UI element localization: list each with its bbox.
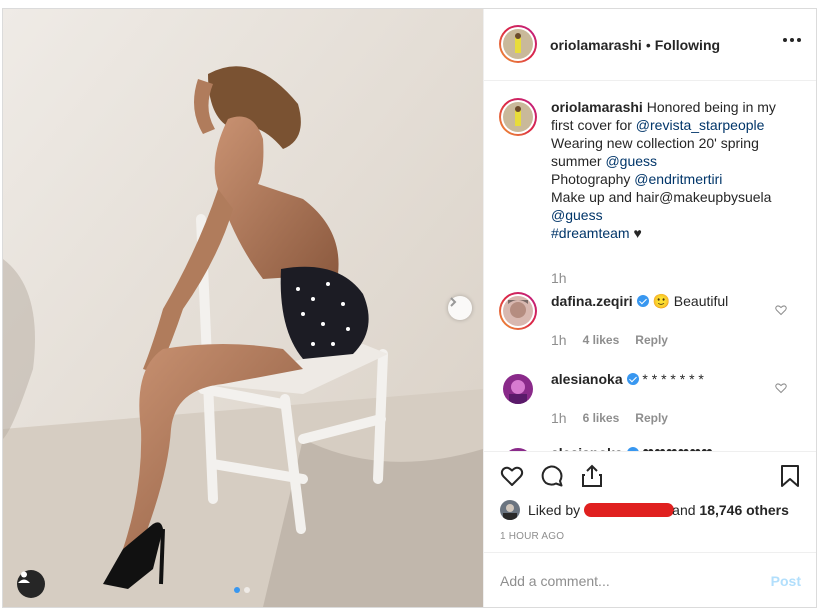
avatar-image bbox=[503, 296, 533, 326]
comment-likes[interactable]: 6 likes bbox=[583, 411, 620, 425]
reply-button[interactable]: Reply bbox=[635, 333, 668, 347]
caption-text: oriolamarashi Honored being in my first … bbox=[551, 98, 791, 242]
caption-text-3: Photography bbox=[551, 171, 631, 187]
liked-by: Liked by and 18,746 others bbox=[500, 500, 789, 520]
comment-text: alesianoka * * * * * * * bbox=[551, 370, 791, 388]
header-separator: • bbox=[645, 37, 651, 53]
post-side-panel: oriolamarashi • Following oriolamarashi Ho… bbox=[483, 9, 816, 607]
comment-like-heart-icon[interactable] bbox=[775, 382, 787, 394]
caption-text-4: Make up and hair@makeupbysuela bbox=[551, 189, 772, 205]
post-photo[interactable] bbox=[3, 9, 483, 607]
carousel-dot bbox=[244, 587, 250, 593]
verified-icon bbox=[636, 295, 649, 307]
action-icons bbox=[500, 464, 604, 488]
comment-avatar[interactable] bbox=[499, 292, 537, 330]
comment-body: * * * * * * * bbox=[642, 371, 704, 387]
post-timestamp[interactable]: 1 HOUR AGO bbox=[500, 531, 564, 542]
comment-item: alesianoka ❤❤❤❤❤❤ bbox=[499, 444, 809, 451]
comment-meta: 1h 6 likes Reply bbox=[551, 410, 668, 426]
comment-avatar[interactable] bbox=[499, 444, 537, 451]
caption: oriolamarashi Honored being in my first … bbox=[499, 98, 809, 288]
share-icon[interactable] bbox=[580, 464, 604, 488]
comment-item: dafina.zeqiri 🙂 Beautiful 1h 4 likes Rep… bbox=[499, 292, 809, 362]
liker-avatar[interactable] bbox=[500, 500, 520, 520]
header-user-info: oriolamarashi • Following bbox=[550, 37, 720, 53]
comment-username[interactable]: dafina.zeqiri bbox=[551, 293, 633, 309]
mention-link[interactable]: @guess bbox=[605, 153, 657, 169]
bookmark-icon[interactable] bbox=[779, 464, 801, 488]
liked-by-prefix: Liked by bbox=[528, 502, 581, 518]
comment-text: alesianoka ❤❤❤❤❤❤ bbox=[551, 444, 791, 451]
comment-text: dafina.zeqiri 🙂 Beautiful bbox=[551, 292, 791, 310]
verified-icon bbox=[626, 373, 639, 385]
comment-icon[interactable] bbox=[540, 464, 564, 488]
avatar-image bbox=[503, 374, 533, 404]
post-header: oriolamarashi • Following bbox=[484, 9, 816, 81]
caption-time: 1h bbox=[551, 270, 567, 286]
tagged-users-button[interactable] bbox=[17, 570, 45, 598]
likes-count[interactable]: 18,746 others bbox=[699, 502, 789, 518]
next-photo-button[interactable] bbox=[448, 296, 472, 320]
comments-list[interactable]: oriolamarashi Honored being in my first … bbox=[484, 81, 816, 451]
comment-time: 1h bbox=[551, 332, 567, 348]
heart-icon[interactable] bbox=[500, 464, 524, 488]
liked-by-suffix: and bbox=[672, 502, 696, 518]
photo-illustration bbox=[3, 9, 483, 607]
avatar-image bbox=[500, 500, 520, 520]
following-button[interactable]: Following bbox=[655, 37, 720, 53]
post-comment-button[interactable]: Post bbox=[771, 573, 801, 589]
more-icon[interactable] bbox=[783, 38, 801, 42]
comment-meta: 1h 4 likes Reply bbox=[551, 332, 668, 348]
hashtag-link[interactable]: #dreamteam bbox=[551, 225, 630, 241]
mention-link[interactable]: @revista_starpeople bbox=[636, 117, 765, 133]
comment-time: 1h bbox=[551, 410, 567, 426]
carousel-dots bbox=[234, 587, 250, 593]
header-username[interactable]: oriolamarashi bbox=[550, 37, 642, 53]
caption-avatar[interactable] bbox=[499, 98, 537, 136]
add-comment-input[interactable]: Add a comment... bbox=[500, 573, 610, 589]
mention-link[interactable]: @endritmertiri bbox=[634, 171, 722, 187]
comment-username[interactable]: alesianoka bbox=[551, 371, 623, 387]
comment-body: 🙂 Beautiful bbox=[652, 293, 729, 309]
comment-avatar[interactable] bbox=[499, 370, 537, 408]
heart-emoji: ♥ bbox=[633, 225, 642, 241]
post-frame: oriolamarashi • Following oriolamarashi Ho… bbox=[2, 8, 817, 608]
header-avatar[interactable] bbox=[499, 25, 537, 63]
caption-username[interactable]: oriolamarashi bbox=[551, 99, 643, 115]
reply-button[interactable]: Reply bbox=[635, 411, 668, 425]
comment-item: alesianoka * * * * * * * 1h 6 likes Repl… bbox=[499, 370, 809, 440]
post-actions: Liked by and 18,746 others 1 HOUR AGO Ad… bbox=[484, 451, 816, 607]
redacted-username bbox=[584, 503, 675, 517]
user-tag-icon bbox=[18, 571, 30, 583]
caption-meta: 1h bbox=[551, 270, 567, 286]
avatar-image bbox=[503, 102, 533, 132]
comment-likes[interactable]: 4 likes bbox=[583, 333, 620, 347]
mention-link[interactable]: @guess bbox=[551, 207, 603, 223]
chevron-right-icon bbox=[450, 297, 457, 307]
carousel-dot-active bbox=[234, 587, 240, 593]
add-comment-section: Add a comment... Post bbox=[484, 552, 816, 607]
comment-like-heart-icon[interactable] bbox=[775, 304, 787, 316]
avatar-image bbox=[503, 29, 533, 59]
